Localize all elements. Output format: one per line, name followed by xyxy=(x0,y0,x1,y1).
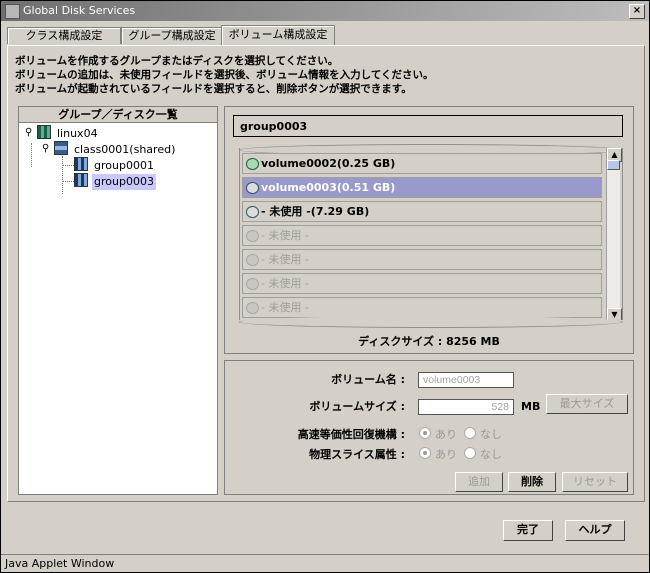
group-icon xyxy=(74,157,88,171)
unused-disk-icon xyxy=(246,230,259,242)
radio-label: なし xyxy=(480,448,502,461)
volume-display-frame: group0003 volume0002(0.25 GB) volume0003… xyxy=(224,106,634,354)
volume-row-unused: - 未使用 - xyxy=(242,225,602,246)
volume-size-input[interactable] xyxy=(418,399,514,415)
radio-label: あり xyxy=(435,448,457,461)
reset-button[interactable]: リセット xyxy=(562,472,628,492)
fast-resync-no-radio[interactable]: なし xyxy=(464,427,502,443)
tree-node-label: linux04 xyxy=(57,127,98,140)
group-disk-tree-panel[interactable]: グループ／ディスク一覧 ⚲ linux04 ⚲ class0001(shared) … xyxy=(18,106,218,495)
tree-node-class0001[interactable]: ⚲ class0001(shared) xyxy=(42,141,177,157)
volume-label: - 未使用 - xyxy=(261,253,309,266)
volume-row-volume0003[interactable]: volume0003(0.51 GB) xyxy=(242,177,602,198)
group-icon xyxy=(74,173,88,187)
tree-connector-class xyxy=(62,156,63,194)
volume-row-volume0002[interactable]: volume0002(0.25 GB) xyxy=(242,153,602,174)
help-button[interactable]: ヘルプ xyxy=(565,520,625,541)
volume-list[interactable]: volume0002(0.25 GB) volume0003(0.51 GB) … xyxy=(239,148,623,320)
scroll-thumb[interactable] xyxy=(607,160,620,170)
volume-size-unit: MB xyxy=(521,400,541,413)
unused-disk-icon xyxy=(246,206,259,218)
unused-disk-icon xyxy=(246,302,259,314)
radio-label: なし xyxy=(480,428,502,441)
application-icon xyxy=(5,4,20,19)
radio-indicator xyxy=(419,447,431,459)
disk-size-label: ディスクサイズ : 8256 MB xyxy=(358,335,500,348)
radio-indicator xyxy=(464,447,476,459)
tab-class-configuration[interactable]: クラス構成設定 xyxy=(7,27,121,44)
complete-button[interactable]: 完了 xyxy=(503,520,553,541)
instruction-line-1: ボリュームを作成するグループまたはディスクを選択してください。 xyxy=(15,55,339,67)
volume-row-unused: - 未使用 - xyxy=(242,249,602,270)
add-button[interactable]: 追加 xyxy=(455,472,503,492)
volume-label: - 未使用 - xyxy=(261,229,309,242)
volume-configuration-panel: ボリュームを作成するグループまたはディスクを選択してください。 ボリュームの追加… xyxy=(7,45,645,502)
disk-cylinder-bottom xyxy=(239,316,623,328)
radio-label: あり xyxy=(435,428,457,441)
physical-slice-yes-radio[interactable]: あり xyxy=(419,447,457,463)
tree-node-label: class0001(shared) xyxy=(74,143,176,156)
volume-row-unused: - 未使用 - xyxy=(242,273,602,294)
tree-node-label: group0003 xyxy=(92,174,156,190)
tree-expand-icon[interactable]: ⚲ xyxy=(42,141,50,157)
host-icon xyxy=(37,125,51,139)
fast-resync-label: 高速等価性回復機構 : xyxy=(297,428,405,441)
close-button[interactable]: × xyxy=(629,4,645,19)
volume-row-unused: - 未使用 - xyxy=(242,297,602,318)
volume-list-scrollbar[interactable]: ▲ ▼ xyxy=(606,148,622,320)
volume-label: - 未使用 -(7.29 GB) xyxy=(261,205,370,218)
volume-label: - 未使用 - xyxy=(261,277,309,290)
shared-class-icon xyxy=(54,141,68,155)
volume-size-label: ボリュームサイズ : xyxy=(309,400,405,413)
volume-disk-icon xyxy=(246,182,259,194)
tree-connector-group-2 xyxy=(62,181,74,182)
tree-expand-icon[interactable]: ⚲ xyxy=(25,125,33,141)
unused-disk-icon xyxy=(246,254,259,266)
instruction-text: ボリュームを作成するグループまたはディスクを選択してください。 ボリュームの追加… xyxy=(15,54,434,96)
physical-slice-no-radio[interactable]: なし xyxy=(464,447,502,463)
selected-group-display: group0003 xyxy=(233,115,623,137)
volume-name-label: ボリューム名 : xyxy=(331,373,405,386)
physical-slice-label: 物理スライス属性 : xyxy=(309,448,405,461)
title-bar[interactable]: Global Disk Services × xyxy=(1,1,649,21)
delete-button[interactable]: 削除 xyxy=(508,472,556,492)
tab-group-configuration[interactable]: グループ構成設定 xyxy=(121,27,223,44)
global-disk-services-window: Global Disk Services × クラス構成設定 グループ構成設定 … xyxy=(0,0,650,573)
unused-disk-icon xyxy=(246,278,259,290)
scroll-down-button[interactable]: ▼ xyxy=(607,308,622,320)
tree-connector-host xyxy=(31,143,32,167)
tree-node-group0003[interactable]: group0003 xyxy=(74,173,156,190)
volume-label: volume0002(0.25 GB) xyxy=(261,157,396,170)
volume-row-unused-free-space[interactable]: - 未使用 -(7.29 GB) xyxy=(242,201,602,222)
radio-indicator xyxy=(464,427,476,439)
volume-label: volume0003(0.51 GB) xyxy=(261,181,396,194)
tree-panel-header: グループ／ディスク一覧 xyxy=(19,107,217,123)
instruction-line-3: ボリュームが起動されているフィールドを選択すると、削除ボタンが選択できます。 xyxy=(15,83,412,95)
instruction-line-2: ボリュームの追加は、未使用フィールドを選択後、ボリューム情報を入力してください。 xyxy=(15,69,434,81)
volume-name-input[interactable] xyxy=(418,372,514,388)
radio-indicator xyxy=(419,427,431,439)
tree-connector-group-1 xyxy=(62,165,74,166)
tree-node-label: group0001 xyxy=(94,159,154,172)
tab-volume-configuration[interactable]: ボリューム構成設定 xyxy=(221,25,335,45)
max-size-button[interactable]: 最大サイズ xyxy=(546,394,628,414)
fast-resync-yes-radio[interactable]: あり xyxy=(419,427,457,443)
window-title: Global Disk Services xyxy=(23,4,136,17)
volume-label: - 未使用 - xyxy=(261,301,309,314)
volume-properties-form: ボリューム名 : ボリュームサイズ : MB 最大サイズ 高速等価性回復機構 :… xyxy=(224,360,634,495)
tree-node-linux04[interactable]: ⚲ linux04 xyxy=(25,125,100,141)
volume-disk-icon xyxy=(246,158,259,170)
tree-node-group0001[interactable]: group0001 xyxy=(74,157,156,173)
status-bar: Java Applet Window xyxy=(1,554,649,572)
